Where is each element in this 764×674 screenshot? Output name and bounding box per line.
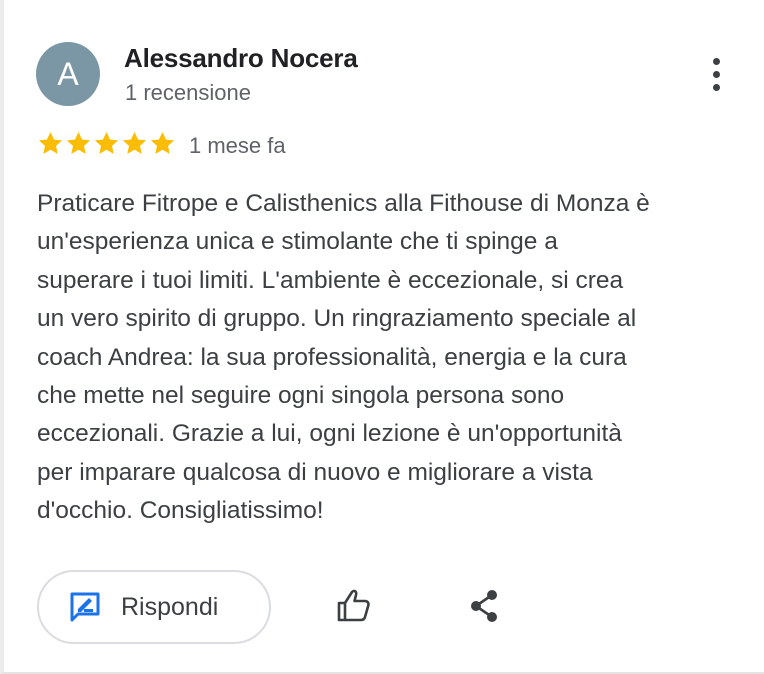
thumb-up-icon	[337, 589, 370, 622]
review-count: 1 recensione	[125, 80, 251, 105]
star-icon	[94, 132, 119, 154]
more-vert-icon-dot	[712, 83, 720, 91]
star-icon	[66, 132, 91, 154]
reply-button-label: Rispondi	[121, 592, 219, 621]
author-name[interactable]: Alessandro Nocera	[124, 43, 358, 74]
share-button[interactable]	[464, 586, 504, 626]
share-icon	[471, 590, 497, 622]
reply-edit-icon	[67, 589, 103, 625]
more-options-button[interactable]	[696, 52, 736, 96]
avatar[interactable]: A	[36, 42, 100, 106]
avatar-initial: A	[57, 56, 79, 92]
review-card: A Alessandro Nocera 1 recensione 1 mese …	[0, 0, 764, 674]
review-text: Praticare Fitrope e Calisthenics alla Fi…	[37, 190, 650, 525]
star-icon	[150, 132, 175, 154]
review-date: 1 mese fa	[189, 133, 286, 158]
star-rating	[37, 130, 176, 157]
like-button[interactable]	[334, 586, 374, 626]
star-icon	[122, 132, 147, 154]
more-vert-icon-dot	[712, 70, 720, 78]
reply-button[interactable]: Rispondi	[37, 570, 271, 644]
star-icon	[38, 132, 63, 154]
more-vert-icon	[712, 57, 720, 65]
